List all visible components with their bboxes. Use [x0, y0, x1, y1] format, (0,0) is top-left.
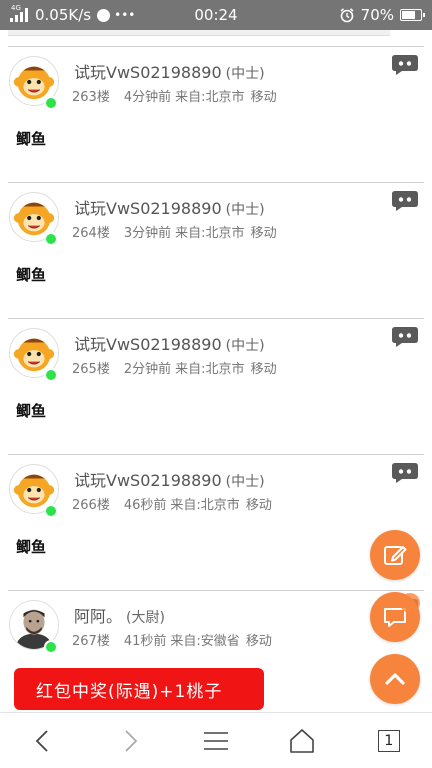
- floor-number: 264楼: [72, 226, 110, 241]
- floor-number: 265楼: [72, 362, 110, 377]
- edit-icon: [384, 546, 407, 565]
- forward-button[interactable]: [86, 713, 172, 768]
- user-rank: (中士): [225, 66, 265, 82]
- menu-icon: [204, 731, 229, 750]
- time-ago: 2分钟前: [123, 362, 172, 377]
- username-line[interactable]: 试玩VwS02198890 (中士): [74, 59, 265, 83]
- home-icon: [290, 728, 315, 753]
- comment-post[interactable]: 试玩VwS02198890 (中士) 263楼 4分钟前 来自:北京市 移动 鲫鱼: [0, 46, 432, 182]
- notification-dots: •••: [114, 8, 136, 22]
- battery-icon: [400, 9, 425, 21]
- post-meta: 267楼 41秒前 来自:安徽省 移动: [72, 630, 286, 649]
- tabs-button[interactable]: 1: [346, 713, 432, 768]
- menu-button[interactable]: [173, 713, 259, 768]
- time-ago: 4分钟前: [123, 90, 172, 105]
- reward-banner[interactable]: 红包中奖(际遇)+1桃子: [14, 668, 264, 710]
- tab-count: 1: [377, 729, 400, 752]
- chevron-left-icon: [35, 729, 48, 752]
- comment-post[interactable]: 试玩VwS02198890 (中士) 266楼 46秒前 来自:北京市 移动 鲫鱼: [0, 454, 432, 590]
- chevron-right-icon: [124, 729, 137, 752]
- scroll-top-button[interactable]: [370, 654, 420, 704]
- username[interactable]: 试玩VwS02198890: [74, 199, 222, 218]
- back-button[interactable]: [0, 713, 86, 768]
- username[interactable]: 试玩VwS02198890: [74, 335, 222, 354]
- post-source: 来自:北京市 移动: [170, 498, 272, 513]
- network-speed: 0.05K/s: [35, 6, 92, 24]
- reply-button[interactable]: [391, 190, 419, 212]
- post-content: 鲫鱼: [16, 402, 47, 420]
- username-line[interactable]: 试玩VwS02198890 (中士): [74, 195, 265, 219]
- floor-number: 267楼: [72, 634, 110, 649]
- floor-number: 266楼: [72, 498, 110, 513]
- reply-icon: [392, 55, 418, 75]
- post-source: 来自:北京市 移动: [175, 226, 277, 241]
- online-indicator: [44, 368, 58, 382]
- post-source: 来自:北京市 移动: [175, 90, 277, 105]
- reply-button[interactable]: [391, 326, 419, 348]
- user-rank: (中士): [225, 202, 265, 218]
- alarm-icon: [340, 8, 354, 23]
- username[interactable]: 阿阿。: [74, 607, 122, 626]
- post-divider: [8, 454, 424, 455]
- post-divider: [8, 46, 424, 47]
- notification-icon: [97, 8, 111, 22]
- post-meta: 263楼 4分钟前 来自:北京市 移动: [72, 86, 291, 105]
- post-meta: 266楼 46秒前 来自:北京市 移动: [72, 494, 286, 513]
- chevron-up-icon: [385, 673, 405, 685]
- comment-post[interactable]: 试玩VwS02198890 (中士) 264楼 3分钟前 来自:北京市 移动 鲫鱼: [0, 182, 432, 318]
- post-source: 来自:安徽省 移动: [170, 634, 272, 649]
- post-content: 鲫鱼: [16, 266, 47, 284]
- comment-badge: [400, 593, 420, 613]
- reply-button[interactable]: [391, 54, 419, 76]
- online-indicator: [44, 640, 58, 654]
- time-ago: 41秒前: [123, 634, 167, 649]
- reply-icon: [392, 327, 418, 347]
- user-rank: (大尉): [126, 610, 165, 626]
- network-type: 4G: [11, 4, 21, 12]
- time-ago: 3分钟前: [123, 226, 172, 241]
- time-ago: 46秒前: [123, 498, 167, 513]
- user-rank: (中士): [225, 474, 265, 490]
- previous-content-edge: [8, 30, 390, 36]
- reply-icon: [392, 191, 418, 211]
- post-divider: [8, 590, 424, 591]
- home-button[interactable]: [259, 713, 345, 768]
- post-meta: 265楼 2分钟前 来自:北京市 移动: [72, 358, 291, 377]
- online-indicator: [44, 504, 58, 518]
- username-line[interactable]: 试玩VwS02198890 (中士): [74, 467, 265, 491]
- online-indicator: [44, 232, 58, 246]
- username[interactable]: 试玩VwS02198890: [74, 471, 222, 490]
- post-content: 鲫鱼: [16, 538, 47, 556]
- reply-icon: [392, 463, 418, 483]
- edit-button[interactable]: [370, 530, 420, 580]
- battery-percent: 70%: [360, 6, 394, 24]
- username[interactable]: 试玩VwS02198890: [74, 63, 222, 82]
- online-indicator: [44, 96, 58, 110]
- bottom-nav: 1: [0, 712, 432, 768]
- post-meta: 264楼 3分钟前 来自:北京市 移动: [72, 222, 291, 241]
- post-source: 来自:北京市 移动: [175, 362, 277, 377]
- reply-button[interactable]: [391, 462, 419, 484]
- user-rank: (中士): [225, 338, 265, 354]
- post-content: 鲫鱼: [16, 130, 47, 148]
- username-line[interactable]: 阿阿。 (大尉): [74, 603, 165, 627]
- floor-number: 263楼: [72, 90, 110, 105]
- post-divider: [8, 182, 424, 183]
- username-line[interactable]: 试玩VwS02198890 (中士): [74, 331, 265, 355]
- comment-post[interactable]: 试玩VwS02198890 (中士) 265楼 2分钟前 来自:北京市 移动 鲫鱼: [0, 318, 432, 454]
- status-bar: 4G 0.05K/s ••• 00:24 70%: [0, 0, 432, 30]
- post-divider: [8, 318, 424, 319]
